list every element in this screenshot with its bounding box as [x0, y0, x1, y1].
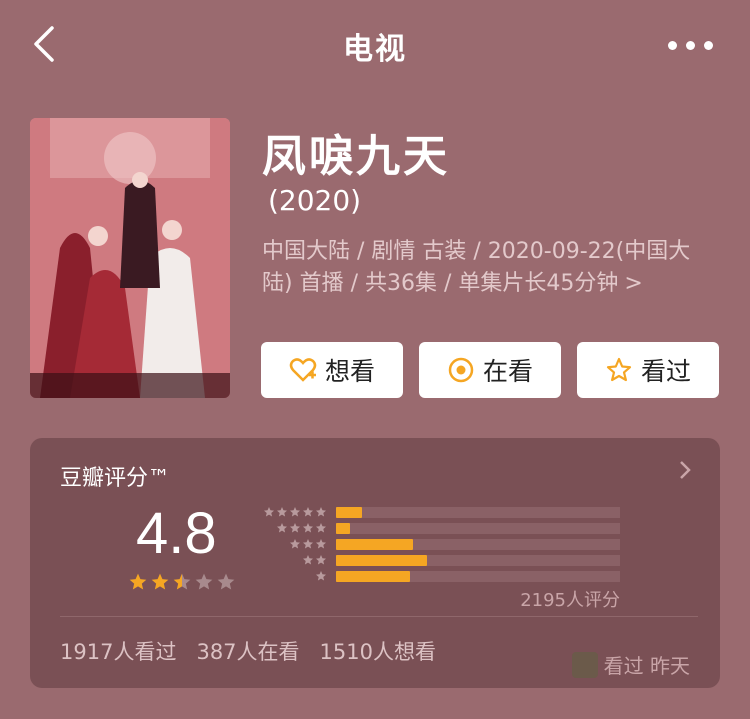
watching-label: 在看 — [482, 357, 533, 386]
poster-image[interactable] — [30, 118, 230, 398]
score-stars — [128, 572, 236, 592]
distribution-track — [336, 539, 620, 550]
movie-meta[interactable]: 中国大陆 / 剧情 古装 / 2020-09-22(中国大陆) 首播 / 共36… — [262, 236, 707, 300]
movie-title: 凤唳九天 — [262, 131, 450, 182]
distribution-row — [256, 536, 626, 552]
distribution-stars — [302, 554, 327, 566]
chevron-right-icon[interactable] — [678, 460, 692, 480]
small-star-icon — [303, 539, 313, 549]
distribution-stars — [289, 538, 327, 550]
chevron-right-icon: > — [624, 271, 643, 296]
watched-count: 1917人看过 — [60, 640, 177, 664]
rating-card[interactable]: 豆瓣评分™ 4.8 2195人评分 1917人看过 387人在看 1510人想看… — [30, 438, 720, 688]
distribution-bar — [336, 539, 413, 550]
distribution-row — [256, 568, 626, 584]
small-star-icon — [264, 507, 274, 517]
watched-label: 看过 — [640, 357, 691, 386]
rating-score: 4.8 — [136, 501, 217, 566]
distribution-bar — [336, 523, 351, 534]
distribution-bar — [336, 571, 410, 582]
want-count: 1510人想看 — [319, 640, 436, 664]
watermark: 看过 昨天 — [571, 650, 690, 679]
rating-star-icon — [129, 573, 147, 590]
distribution-bar — [336, 507, 362, 518]
small-star-icon — [316, 523, 326, 533]
small-star-icon — [316, 507, 326, 517]
small-star-icon — [303, 555, 313, 565]
distribution-stars — [276, 522, 327, 534]
rating-star-icon — [195, 573, 213, 590]
small-star-icon — [316, 555, 326, 565]
target-icon — [448, 357, 474, 383]
watch-stats: 1917人看过 387人在看 1510人想看 — [60, 636, 436, 666]
small-star-icon — [303, 507, 313, 517]
more-options-icon[interactable] — [668, 38, 714, 52]
distribution-stars — [315, 570, 327, 582]
distribution-row — [256, 520, 626, 536]
distribution-track — [336, 507, 620, 518]
watching-count: 387人在看 — [196, 640, 300, 664]
small-star-icon — [316, 539, 326, 549]
small-star-icon — [290, 523, 300, 533]
small-star-icon — [290, 507, 300, 517]
movie-year: (2020) — [268, 184, 362, 217]
rating-star-icon — [217, 573, 235, 590]
distribution-bar — [336, 555, 427, 566]
heart-plus-icon — [289, 358, 317, 382]
watching-button[interactable]: 在看 — [419, 342, 561, 398]
rating-distribution — [256, 504, 626, 584]
distribution-stars — [263, 506, 327, 518]
small-star-icon — [277, 523, 287, 533]
watermark-text: 看过 昨天 — [603, 654, 690, 678]
distribution-row — [256, 504, 626, 520]
rating-header: 豆瓣评分™ — [60, 466, 171, 491]
page-title: 电视 — [343, 32, 407, 67]
small-star-icon — [277, 507, 287, 517]
avatar — [571, 651, 598, 678]
star-icon — [606, 357, 632, 382]
divider — [60, 616, 698, 617]
want-label: 想看 — [324, 357, 375, 386]
rating-star-icon — [173, 573, 191, 590]
small-star-icon — [316, 571, 326, 581]
distribution-track — [336, 523, 620, 534]
small-star-icon — [303, 523, 313, 533]
small-star-icon — [290, 539, 300, 549]
watched-button[interactable]: 看过 — [577, 342, 719, 398]
want-to-watch-button[interactable]: 想看 — [261, 342, 403, 398]
distribution-row — [256, 552, 626, 568]
distribution-track — [336, 571, 620, 582]
distribution-track — [336, 555, 620, 566]
top-bar: 电视 — [0, 0, 750, 90]
rating-count: 2195人评分 — [520, 590, 620, 611]
rating-star-icon — [151, 573, 169, 590]
